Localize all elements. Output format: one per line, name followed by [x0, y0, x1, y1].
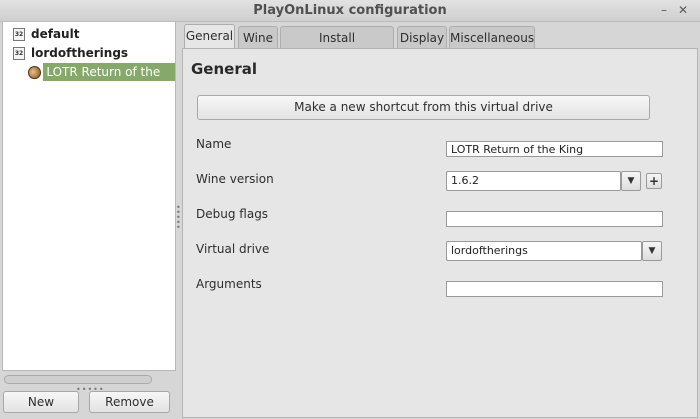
- tree-item-default[interactable]: 32 default: [13, 25, 79, 43]
- arguments-label: Arguments: [196, 277, 262, 291]
- tab-wine[interactable]: Wine: [238, 26, 278, 50]
- debug-flags-label: Debug flags: [196, 207, 269, 221]
- horizontal-scrollbar[interactable]: [4, 375, 152, 384]
- make-shortcut-button[interactable]: Make a new shortcut from this virtual dr…: [197, 95, 650, 120]
- prefix-tree: 32 default 32 lordoftherings LOTR Return…: [2, 22, 176, 371]
- title-bar[interactable]: PlayOnLinux configuration – ✕: [0, 0, 700, 22]
- game-icon: [25, 63, 44, 81]
- minimize-icon[interactable]: –: [657, 3, 671, 17]
- name-label: Name: [196, 137, 232, 151]
- virtual-drive-label: Virtual drive: [196, 242, 270, 256]
- tree-item-lordoftherings[interactable]: 32 lordoftherings: [13, 44, 128, 62]
- debug-flags-field[interactable]: [446, 211, 663, 227]
- wine-version-label: Wine version: [196, 172, 274, 186]
- tree-item-lotr-shortcut[interactable]: LOTR Return of the King: [25, 62, 175, 95]
- wine-version-select[interactable]: 1.6.2: [446, 171, 621, 191]
- tree-item-label: default: [31, 27, 80, 41]
- remove-button[interactable]: Remove: [89, 391, 170, 413]
- arguments-field[interactable]: [446, 281, 663, 297]
- tab-miscellaneous[interactable]: Miscellaneous: [449, 26, 535, 50]
- window-title: PlayOnLinux configuration: [253, 3, 447, 18]
- general-tab-content: General Make a new shortcut from this vi…: [182, 48, 698, 418]
- new-button[interactable]: New: [3, 391, 79, 413]
- chevron-down-icon[interactable]: ▼: [621, 171, 641, 191]
- close-icon[interactable]: ✕: [676, 3, 690, 17]
- tab-general[interactable]: General: [184, 24, 235, 51]
- tree-item-label: lordoftherings: [31, 46, 129, 60]
- win32-icon: 32: [13, 46, 25, 60]
- sidebar: 32 default 32 lordoftherings LOTR Return…: [0, 22, 178, 419]
- tab-display[interactable]: Display: [397, 26, 447, 50]
- virtual-drive-select[interactable]: lordoftherings: [446, 241, 642, 261]
- main-panel: General Wine Install components Display …: [180, 22, 698, 418]
- tab-install-components[interactable]: Install components: [280, 26, 394, 67]
- tree-item-label: LOTR Return of the King: [43, 63, 175, 95]
- add-wine-version-button[interactable]: +: [646, 173, 662, 189]
- name-field[interactable]: [446, 141, 663, 157]
- chevron-down-icon[interactable]: ▼: [642, 241, 662, 261]
- win32-icon: 32: [13, 27, 25, 41]
- page-title: General: [191, 60, 257, 78]
